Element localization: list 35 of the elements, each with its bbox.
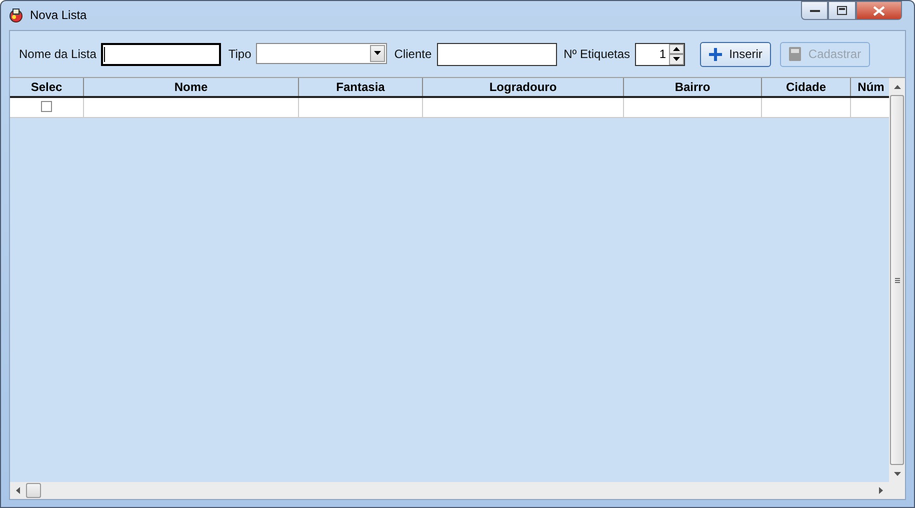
close-icon: [873, 6, 885, 16]
field-label: Nº Etiquetas: [564, 47, 630, 61]
scroll-left-icon[interactable]: [16, 487, 20, 494]
plus-icon: [709, 48, 722, 60]
close-button[interactable]: [856, 1, 902, 20]
minimize-button[interactable]: [801, 1, 828, 20]
grip-icon: [894, 278, 900, 282]
insert-button[interactable]: Inserir: [700, 42, 772, 66]
maximize-button[interactable]: [828, 1, 856, 20]
window-title: Nova Lista: [30, 7, 87, 23]
minimize-icon: [810, 8, 820, 12]
scroll-thumb[interactable]: [890, 95, 904, 465]
row-checkbox[interactable]: [41, 100, 52, 112]
column-header[interactable]: Cidade: [762, 78, 851, 96]
field-label: Cliente: [394, 47, 432, 61]
column-header[interactable]: Logradouro: [423, 78, 624, 96]
field-label: Nome da Lista: [19, 47, 96, 61]
text-field[interactable]: [101, 42, 222, 66]
vertical-scrollbar[interactable]: [889, 78, 905, 482]
horizontal-scrollbar[interactable]: [10, 482, 905, 499]
column-header[interactable]: Nome: [84, 78, 299, 96]
column-header[interactable]: Bairro: [624, 78, 762, 96]
scroll-up-icon[interactable]: [894, 84, 900, 88]
field-label: Tipo: [228, 47, 252, 61]
spinner-arrows-icon[interactable]: [669, 44, 684, 64]
scroll-down-icon[interactable]: [894, 472, 900, 476]
maximize-icon: [837, 6, 847, 15]
column-header[interactable]: Selec: [10, 78, 84, 96]
app-icon: [8, 7, 24, 23]
scroll-right-icon[interactable]: [879, 487, 883, 494]
text-field[interactable]: [436, 42, 557, 66]
column-header[interactable]: Fantasia: [299, 78, 423, 96]
spin-field[interactable]: 1: [635, 42, 686, 66]
scroll-thumb[interactable]: [26, 483, 41, 498]
dropdown-field[interactable]: [256, 42, 388, 64]
